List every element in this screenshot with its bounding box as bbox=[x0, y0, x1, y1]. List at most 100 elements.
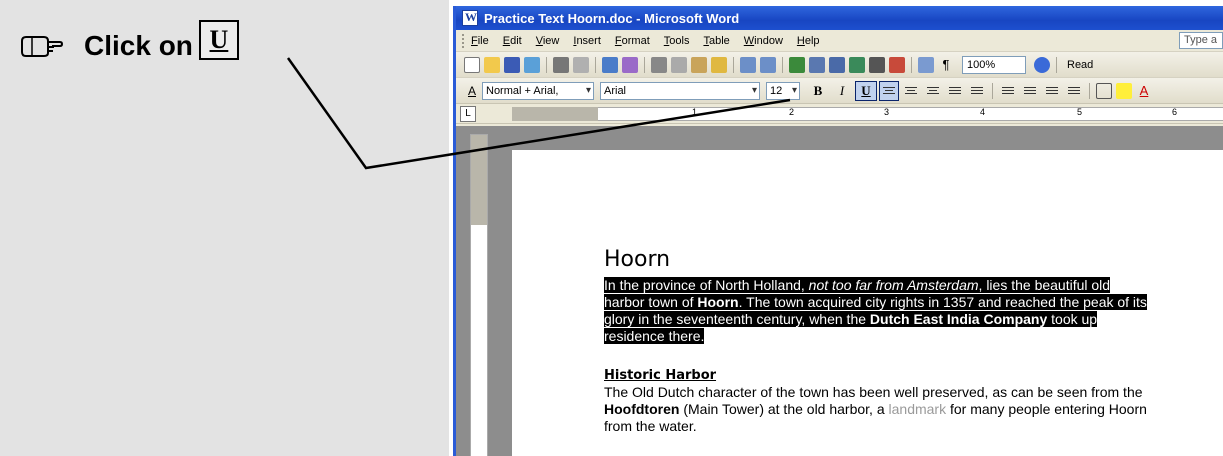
ruler-strip bbox=[512, 107, 1223, 121]
zoom-select[interactable]: 100% bbox=[962, 55, 1026, 74]
text-run: In the province of North Holland, bbox=[604, 277, 809, 293]
text-run: Hoorn bbox=[697, 294, 739, 310]
border-icon[interactable] bbox=[1096, 82, 1112, 99]
menu-file[interactable]: File bbox=[471, 35, 489, 47]
separator bbox=[644, 56, 645, 73]
document-page[interactable]: Hoorn In the province of North Holland, … bbox=[512, 150, 1223, 456]
new-document-icon[interactable] bbox=[464, 56, 480, 73]
increase-indent-icon[interactable] bbox=[1064, 81, 1084, 101]
instruction-panel: Click on U bbox=[0, 0, 449, 456]
format-painter-icon[interactable] bbox=[711, 56, 727, 73]
vertical-ruler[interactable] bbox=[470, 134, 488, 456]
formatting-toolbar: A Normal + Arial, Arial 12 B I U A bbox=[456, 78, 1223, 104]
separator bbox=[1089, 82, 1090, 99]
read-button[interactable]: Read bbox=[1067, 59, 1093, 71]
columns-icon[interactable] bbox=[869, 56, 885, 73]
menu-view[interactable]: View bbox=[536, 35, 560, 47]
window-title: Practice Text Hoorn.doc - Microsoft Word bbox=[484, 10, 740, 26]
ruler-number: 3 bbox=[884, 107, 890, 117]
align-left-icon[interactable] bbox=[879, 80, 899, 101]
text-run: . The town acquired city rights in 1357 … bbox=[738, 294, 1147, 310]
menu-table[interactable]: Table bbox=[703, 35, 729, 47]
ruler-margin bbox=[512, 107, 598, 121]
text-run: for many people entering Hoorn bbox=[946, 401, 1147, 417]
font-select[interactable]: Arial bbox=[600, 81, 760, 100]
tab-selector-icon[interactable]: L bbox=[460, 106, 476, 122]
align-right-icon[interactable] bbox=[923, 81, 943, 101]
text-run: took up bbox=[1047, 311, 1098, 327]
copy-icon[interactable] bbox=[671, 56, 687, 73]
line-spacing-icon[interactable] bbox=[967, 81, 987, 101]
instruction-row: Click on U bbox=[18, 20, 239, 66]
drawing-icon[interactable] bbox=[889, 56, 905, 73]
cut-icon[interactable] bbox=[651, 56, 667, 73]
text-run: from the water. bbox=[604, 418, 697, 434]
ask-question-input[interactable]: Type a bbox=[1179, 32, 1223, 49]
ruler-number: 5 bbox=[1077, 107, 1083, 117]
tables-borders-icon[interactable] bbox=[809, 56, 825, 73]
print-icon[interactable] bbox=[553, 56, 569, 73]
insert-excel-icon[interactable] bbox=[849, 56, 865, 73]
undo-icon[interactable] bbox=[740, 56, 756, 73]
underline-button[interactable]: U bbox=[855, 80, 877, 101]
text-run: landmark bbox=[888, 401, 947, 417]
selected-paragraph[interactable]: In the province of North Holland, not to… bbox=[604, 277, 1216, 345]
highlight-icon[interactable] bbox=[1116, 82, 1132, 99]
menu-grip-icon[interactable] bbox=[462, 33, 465, 48]
redo-icon[interactable] bbox=[760, 56, 776, 73]
print-preview-icon[interactable] bbox=[573, 56, 589, 73]
italic-button[interactable]: I bbox=[831, 81, 853, 101]
menu-insert[interactable]: Insert bbox=[573, 35, 601, 47]
separator bbox=[782, 56, 783, 73]
instruction-text: Click on bbox=[84, 30, 193, 61]
bullets-icon[interactable] bbox=[1020, 81, 1040, 101]
text-run: (Main Tower) at the old harbor, a bbox=[679, 401, 889, 417]
ruler-number: 2 bbox=[789, 107, 795, 117]
vertical-ruler-margin bbox=[471, 135, 487, 225]
menu-tools[interactable]: Tools bbox=[664, 35, 690, 47]
save-icon[interactable] bbox=[504, 56, 520, 73]
underline-button-icon: U bbox=[198, 20, 239, 60]
horizontal-ruler[interactable]: L 1 2 3 4 5 6 bbox=[456, 104, 1223, 124]
numbering-icon[interactable] bbox=[998, 81, 1018, 101]
document-heading[interactable]: Hoorn bbox=[604, 247, 670, 272]
menu-window[interactable]: Window bbox=[744, 35, 783, 47]
ruler-number: 6 bbox=[1172, 107, 1178, 117]
paste-icon[interactable] bbox=[691, 56, 707, 73]
menu-format[interactable]: Format bbox=[615, 35, 650, 47]
pointing-hand-icon bbox=[21, 36, 64, 57]
style-select[interactable]: Normal + Arial, bbox=[482, 81, 594, 100]
menu-edit[interactable]: Edit bbox=[503, 35, 522, 47]
title-bar[interactable]: Practice Text Hoorn.doc - Microsoft Word bbox=[456, 6, 1223, 30]
body-paragraph[interactable]: The Old Dutch character of the town has … bbox=[604, 384, 1223, 435]
research-icon[interactable] bbox=[622, 56, 638, 73]
help-icon[interactable] bbox=[1034, 56, 1050, 73]
text-run: Hoofdtoren bbox=[604, 401, 680, 417]
insert-table-icon[interactable] bbox=[829, 56, 845, 73]
open-folder-icon[interactable] bbox=[484, 56, 500, 73]
menu-help[interactable]: Help bbox=[797, 35, 820, 47]
spelling-icon[interactable] bbox=[602, 56, 618, 73]
document-map-icon[interactable] bbox=[918, 56, 934, 73]
text-run: not too far from Amsterdam bbox=[808, 277, 979, 293]
menu-bar: File Edit View Insert Format Tools Table… bbox=[456, 30, 1223, 52]
text-run: glory in the seventeenth century, when t… bbox=[604, 311, 870, 327]
bold-button[interactable]: B bbox=[807, 81, 829, 101]
styles-pane-icon[interactable]: A bbox=[464, 83, 480, 99]
ruler-number: 4 bbox=[980, 107, 986, 117]
decrease-indent-icon[interactable] bbox=[1042, 81, 1062, 101]
align-center-icon[interactable] bbox=[901, 81, 921, 101]
section-subheading[interactable]: Historic Harbor bbox=[604, 368, 716, 383]
show-hide-icon[interactable]: ¶ bbox=[938, 57, 954, 73]
word-app-icon bbox=[462, 10, 478, 26]
text-run: , lies the beautiful old bbox=[978, 277, 1111, 293]
justify-icon[interactable] bbox=[945, 81, 965, 101]
separator bbox=[992, 82, 993, 99]
standard-toolbar: ¶ 100% Read bbox=[456, 52, 1223, 78]
text-run: Dutch East India Company bbox=[869, 311, 1048, 327]
text-run: The Old Dutch character of the town has … bbox=[604, 384, 1143, 400]
permission-icon[interactable] bbox=[524, 56, 540, 73]
hyperlink-icon[interactable] bbox=[789, 56, 805, 73]
font-color-icon[interactable]: A bbox=[1136, 83, 1152, 99]
font-size-select[interactable]: 12 bbox=[766, 81, 800, 100]
